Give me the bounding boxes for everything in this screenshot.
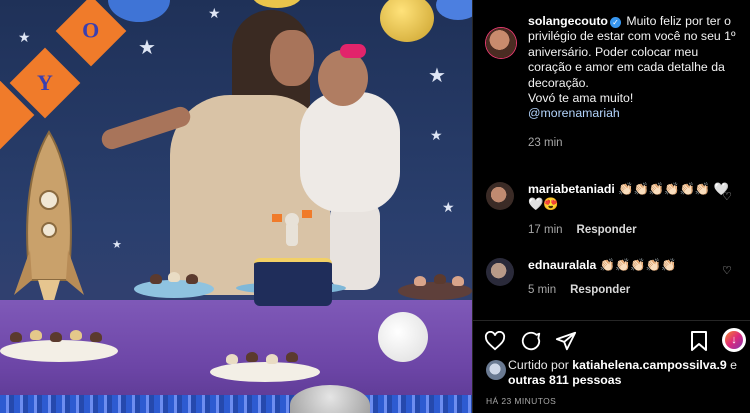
- comment-time: 17 min: [528, 223, 563, 236]
- sweets-tray: [210, 362, 320, 382]
- heart-icon[interactable]: ♡: [722, 190, 732, 203]
- blue-balloon: [108, 0, 170, 22]
- sweet: [434, 274, 446, 284]
- divider: [473, 320, 750, 321]
- star-icon: ★: [18, 29, 31, 45]
- comment-username[interactable]: ednauralala: [528, 258, 596, 272]
- caption-time: 23 min: [528, 136, 738, 151]
- likes-prefix: Curtido por: [508, 358, 569, 372]
- comment-username[interactable]: mariabetaniadi: [528, 182, 615, 196]
- arrow-up-icon: ↓: [725, 331, 743, 349]
- comment-time: 5 min: [528, 284, 557, 297]
- comment: mariabetaniadi 👏🏻👏🏻👏🏻👏🏻👏🏻👏🏻 🤍🤍😍 17 min Re…: [528, 182, 738, 238]
- save-button[interactable]: [688, 330, 710, 352]
- yellow-balloon: [252, 0, 302, 8]
- star-icon: ★: [430, 127, 443, 143]
- author-username[interactable]: solangecouto: [528, 14, 608, 28]
- avatar[interactable]: [486, 258, 514, 286]
- caption-line-2: Vovó te ama muito!: [528, 91, 634, 106]
- sweet: [30, 330, 42, 340]
- star-icon: ★: [208, 5, 221, 21]
- post-time: 23 min: [528, 136, 563, 149]
- banner-letter: O: [82, 18, 100, 43]
- sweet: [50, 332, 62, 342]
- sweets-tray: [134, 280, 214, 298]
- baby-face: [318, 50, 368, 106]
- post-photo[interactable]: ★ ★ ★ ★ ★ ★ ★ ★ O Y: [0, 0, 472, 413]
- like-button[interactable]: [484, 330, 506, 352]
- sweets-tray: [0, 340, 118, 362]
- verified-badge-icon: ✓: [609, 17, 621, 28]
- sweet: [150, 274, 162, 284]
- heart-icon[interactable]: ♡: [722, 264, 732, 277]
- star-icon: ★: [442, 199, 455, 215]
- comment-meta: 17 min Responder: [528, 223, 738, 238]
- pink-bow: [340, 44, 366, 58]
- share-icon: [555, 331, 577, 351]
- star-icon: ★: [112, 239, 122, 251]
- blue-balloon-right: [436, 0, 472, 20]
- comment-icon: [521, 331, 541, 351]
- comment-text: 👏🏻👏🏻👏🏻👏🏻👏🏻: [596, 258, 677, 272]
- sweet: [186, 274, 198, 284]
- sweet: [226, 354, 238, 364]
- liker-username[interactable]: katiahelena.campossilva.9: [572, 358, 726, 372]
- likes-summary: Curtido por katiahelena.campossilva.9 e …: [508, 358, 744, 388]
- reply-button[interactable]: Responder: [570, 284, 630, 296]
- share-button[interactable]: [555, 330, 577, 352]
- comment: ednauralala 👏🏻👏🏻👏🏻👏🏻👏🏻 5 min Responder: [528, 258, 738, 299]
- avatar[interactable]: [486, 28, 516, 58]
- star-icon: ★: [428, 65, 446, 87]
- star-icon: ★: [138, 37, 156, 59]
- reply-button[interactable]: Responder: [577, 224, 637, 236]
- gold-balloon: [380, 0, 434, 42]
- scroll-up-button[interactable]: ↓: [722, 328, 746, 352]
- woman-face: [270, 30, 314, 86]
- banner-letter: Y: [37, 69, 53, 95]
- sweet: [90, 332, 102, 342]
- sweet: [266, 354, 278, 364]
- sweet: [286, 352, 298, 362]
- sweet: [70, 330, 82, 340]
- post-caption: solangecouto ✓ Muito feliz por ter o priv…: [528, 14, 738, 151]
- sweet: [452, 276, 464, 286]
- sweet: [414, 276, 426, 286]
- mention-link[interactable]: @morenamariah: [528, 106, 620, 120]
- rocket-decoration: [14, 130, 84, 318]
- comment-button[interactable]: [520, 330, 542, 352]
- birthday-cake: [254, 258, 332, 306]
- post-timestamp: HÁ 23 MINUTOS: [486, 396, 557, 406]
- cake-topper: [272, 210, 312, 246]
- sweet: [246, 352, 258, 362]
- baby-legs: [330, 200, 380, 290]
- avatar[interactable]: [486, 360, 506, 380]
- moon-lamp: [378, 312, 428, 362]
- baby: [300, 92, 400, 212]
- heart-icon: [484, 331, 506, 351]
- bookmark-icon: [691, 331, 707, 351]
- table-fringe: [0, 395, 472, 413]
- sweet: [10, 332, 22, 342]
- avatar[interactable]: [486, 182, 514, 210]
- sweet: [168, 272, 180, 282]
- likes-joiner: e: [726, 358, 738, 372]
- comment-meta: 5 min Responder: [528, 283, 738, 298]
- likes-others-link[interactable]: outras 811 pessoas: [508, 373, 621, 387]
